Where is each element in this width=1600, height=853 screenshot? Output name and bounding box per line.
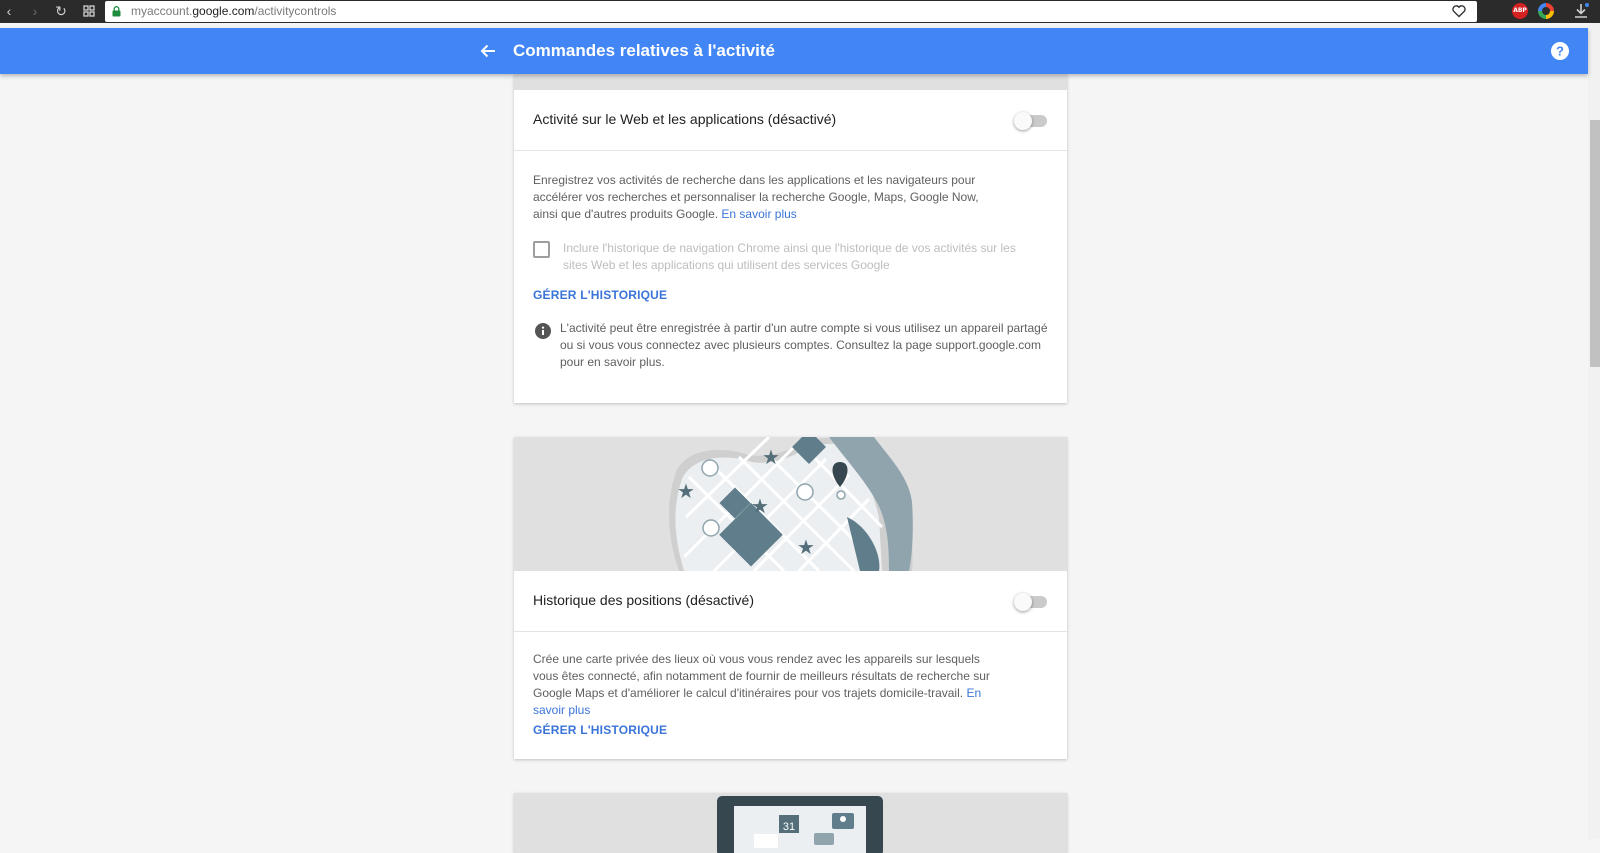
lock-icon [112,6,121,17]
reload-icon[interactable]: ↻ [52,3,70,20]
location-history-header: Historique des positions (désactivé) [514,571,1067,632]
location-history-card: ★ ★ ★ ★ Historique des positions (désact… [514,437,1067,759]
toggle-knob [1014,112,1032,130]
svg-text:★: ★ [751,494,769,518]
svg-text:★: ★ [762,445,780,469]
location-history-description: Crée une carte privée des lieux où vous … [533,652,990,717]
location-history-toggle[interactable] [1014,593,1048,611]
device-info-card: 31 [514,793,1067,853]
apps-grid-icon[interactable] [80,3,98,20]
calendar-day-label: 31 [783,821,795,833]
web-activity-description: Enregistrez vos activités de recherche d… [533,173,979,221]
url-text: myaccount.google.com/activitycontrols [131,4,337,18]
download-icon[interactable] [1572,2,1590,20]
address-bar[interactable]: myaccount.google.com/activitycontrols [105,1,1477,22]
svg-text:★: ★ [797,535,815,559]
forward-nav-icon[interactable]: › [26,3,44,20]
help-icon[interactable]: ? [1550,41,1570,61]
web-activity-manage-history-link[interactable]: GÉRER L'HISTORIQUE [533,288,667,302]
web-activity-title: Activité sur le Web et les applications … [533,111,837,127]
location-history-manage-history-link[interactable]: GÉRER L'HISTORIQUE [533,723,667,737]
location-history-title: Historique des positions (désactivé) [533,592,754,608]
card-header-band [514,74,1067,90]
shared-device-info-text: L'activité peut être enregistrée à parti… [560,321,1048,369]
page-scrollbar-thumb[interactable] [1590,120,1600,367]
web-activity-header: Activité sur le Web et les applications … [514,90,1067,151]
color-extension-icon[interactable] [1538,3,1554,19]
chrome-history-checkbox[interactable] [533,241,550,258]
svg-text:★: ★ [677,479,695,503]
chrome-history-checkbox-label: Inclure l'historique de navigation Chrom… [563,241,1016,272]
back-nav-icon[interactable]: ‹ [0,3,18,20]
web-activity-card: Activité sur le Web et les applications … [514,74,1067,403]
location-map-illustration: ★ ★ ★ ★ [514,437,1067,571]
toggle-knob [1014,593,1032,611]
web-activity-learn-more-link[interactable]: En savoir plus [721,207,796,221]
info-icon [535,323,551,339]
app-header: Commandes relatives à l'activité ? [0,28,1588,74]
device-illustration: 31 [514,793,1067,853]
web-activity-toggle[interactable] [1014,112,1048,130]
bookmark-heart-icon[interactable] [1451,3,1467,19]
page-title: Commandes relatives à l'activité [513,41,775,60]
browser-toolbar: ‹ › ↻ myaccount.google.com/activitycontr… [0,0,1600,23]
adblock-extension-icon[interactable]: ABP [1512,3,1528,19]
svg-text:?: ? [1556,44,1564,59]
back-arrow-icon[interactable] [478,41,498,61]
